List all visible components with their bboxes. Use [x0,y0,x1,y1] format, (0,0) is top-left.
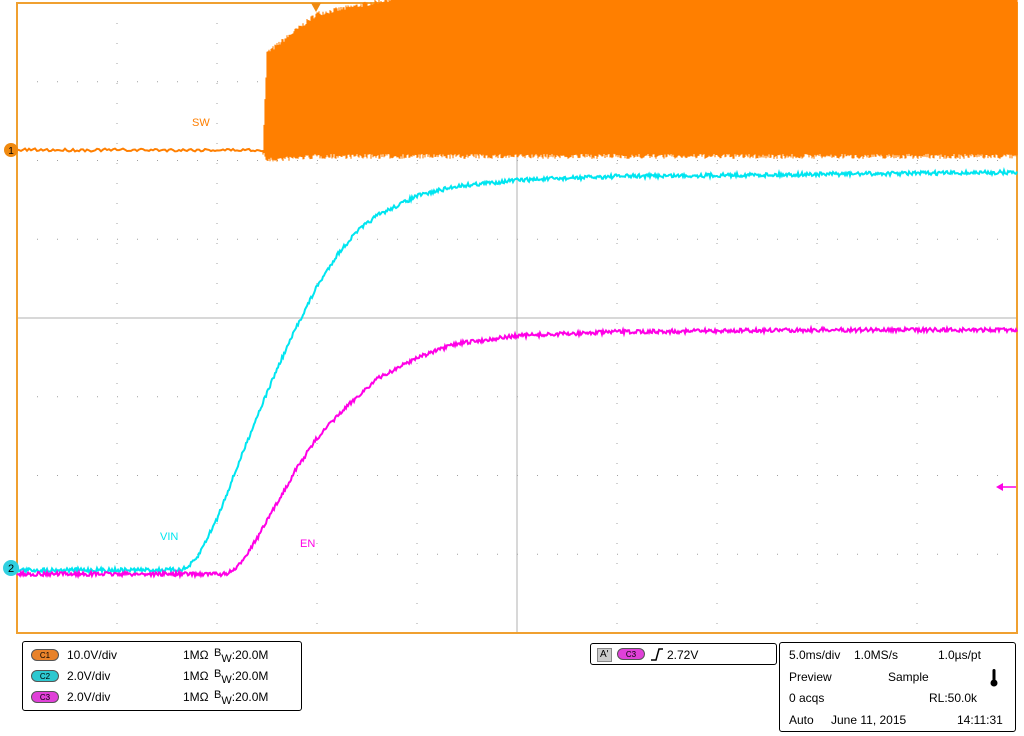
trigger-panel[interactable]: A' C3 2.72V [590,643,777,665]
record-length: RL:50.0k [929,691,978,705]
channel-badge-c2[interactable]: C2 [31,670,59,682]
channel-badge-c3[interactable]: C3 [31,691,59,703]
trigger-level: 2.72V [667,648,699,662]
point-time: 1.0µs/pt [938,648,981,662]
ch2-marker-label: 2 [8,563,14,575]
channel-bandwidth-c1: BW:20.0M [214,647,269,665]
channel-scale-c1: 10.0V/div [67,648,118,662]
ch2-marker[interactable]: 2 [3,560,19,576]
channel-impedance-c3: 1MΩ [183,690,209,704]
oscilloscope-display: SW VIN EN 1 2 [3,0,1018,634]
channel-bandwidth-c2: BW:20.0M [214,668,269,686]
rising-edge-icon [651,648,663,661]
trace-sw [16,0,1018,162]
acquisition-count: 0 acqs [789,691,825,705]
channel-badge-c1[interactable]: C1 [31,649,59,661]
channel-bandwidth-c3: BW:20.0M [214,689,269,707]
timebase: 5.0ms/div [789,648,841,662]
sample-rate: 1.0MS/s [854,648,899,662]
channel-row-c2[interactable]: C2 [31,668,59,684]
trigger-position-marker[interactable] [311,3,321,12]
trigger-source-badge: C3 [617,648,645,660]
acquisition-state: Preview [789,670,832,684]
channel-scale-c3: 2.0V/div [67,690,111,704]
channel-impedance-c1: 1MΩ [183,648,209,662]
en-trace-label: EN [300,538,315,550]
channel-settings-panel: C1 10.0V/div 1MΩ BW:20.0M C2 2.0V/div 1M… [22,641,302,711]
acquisition-time: 14:11:31 [957,713,1003,727]
ch1-marker[interactable]: 1 [4,143,18,157]
sw-switching-band [262,0,1018,162]
acquisition-mode: Sample [888,670,929,684]
thermometer-icon [990,669,998,687]
acquisition-panel: 5.0ms/div 1.0MS/s 1.0µs/pt Preview Sampl… [779,642,1016,732]
acquisition-date: June 11, 2015 [831,713,907,727]
trigger-mode: Auto [789,713,814,727]
sw-idle-line [16,147,264,153]
channel-row-c3[interactable]: C3 [31,689,59,705]
sw-trace-label: SW [192,117,210,129]
vin-trace-label: VIN [160,531,178,543]
trigger-level-marker[interactable] [996,483,1016,491]
channel-row-c1[interactable]: C1 [31,647,59,663]
ch1-marker-label: 1 [8,146,14,157]
trigger-mode-badge: A' [597,648,612,662]
channel-scale-c2: 2.0V/div [67,669,111,683]
channel-impedance-c2: 1MΩ [183,669,209,683]
